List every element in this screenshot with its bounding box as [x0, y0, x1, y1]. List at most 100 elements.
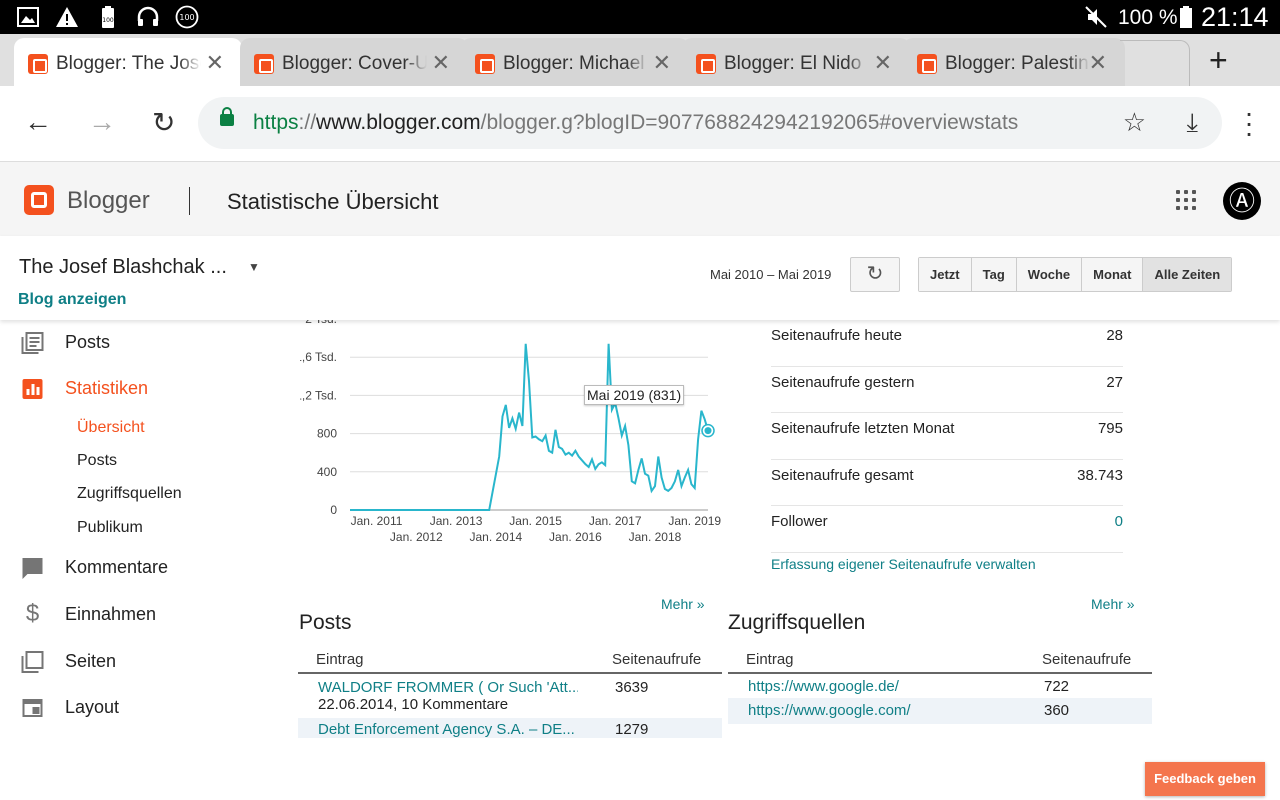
- address-bar[interactable]: https://www.blogger.com/blogger.g?blogID…: [198, 97, 1222, 149]
- blog-selector[interactable]: The Josef Blashchak ...: [19, 256, 227, 279]
- source-views: 722: [1044, 678, 1070, 695]
- status-bar: 100 100 100 % 21:14: [0, 0, 1280, 34]
- caret-down-icon[interactable]: ▼: [248, 260, 260, 274]
- sidebar-item-einnahmen[interactable]: $ Einnahmen: [0, 600, 270, 630]
- post-link[interactable]: WALDORF FROMMER ( Or Such 'Att...: [318, 679, 578, 696]
- table-row[interactable]: WALDORF FROMMER ( Or Such 'Att... 22.06.…: [298, 674, 722, 718]
- sidebar-item-layout[interactable]: Layout: [0, 693, 270, 723]
- subnav-posts[interactable]: Posts: [77, 452, 117, 470]
- subnav-audience[interactable]: Publikum: [77, 519, 143, 537]
- source-link[interactable]: https://www.google.com/: [748, 702, 911, 719]
- y-tick-label: 0: [330, 503, 337, 517]
- sidebar: Posts Statistiken Übersicht Posts Zugrif…: [0, 320, 280, 740]
- post-link[interactable]: Debt Enforcement Agency S.A. – DE...: [318, 721, 578, 738]
- series-line: [350, 343, 709, 511]
- close-icon[interactable]: ✕: [1089, 50, 1107, 76]
- download-icon[interactable]: ⤓: [1187, 107, 1199, 139]
- stat-value: 27: [1106, 373, 1123, 391]
- close-icon[interactable]: ✕: [653, 50, 671, 76]
- brand-name[interactable]: Blogger: [67, 187, 150, 215]
- tab-title: Blogger: Cover-Up: [282, 53, 427, 74]
- badge-100-icon: 100: [175, 5, 199, 29]
- stat-label: Seitenaufrufe letzten Monat: [771, 420, 955, 437]
- col-views: Seitenaufrufe: [1042, 651, 1132, 668]
- tab-2[interactable]: Blogger: Cover-Up ✕: [240, 38, 468, 86]
- sidebar-item-seiten[interactable]: Seiten: [0, 647, 270, 677]
- range-now-button[interactable]: Jetzt: [919, 258, 972, 291]
- sources-table: Eintrag Seitenaufrufe https://www.google…: [728, 648, 1152, 738]
- bookmark-star-icon[interactable]: ☆: [1123, 107, 1146, 138]
- tab-title: Blogger: El Nido: [724, 53, 862, 74]
- sidebar-item-label: Statistiken: [65, 378, 149, 398]
- col-entry: Eintrag: [746, 651, 794, 668]
- stat-row-followers: Follower 0: [771, 506, 1123, 553]
- stat-row-today: Seitenaufrufe heute 28: [771, 320, 1123, 367]
- subnav-sources[interactable]: Zugriffsquellen: [77, 485, 182, 503]
- chart-tooltip: Mai 2019 (831): [584, 385, 685, 405]
- table-row[interactable]: Debt Enforcement Agency S.A. – DE... 127…: [298, 718, 722, 738]
- range-day-button[interactable]: Tag: [971, 258, 1017, 291]
- apps-grid-icon[interactable]: [1176, 190, 1196, 210]
- tab-3[interactable]: Blogger: Michael ✕: [461, 38, 689, 86]
- range-alltime-button[interactable]: Alle Zeiten: [1143, 258, 1232, 291]
- sidebar-item-statistiken[interactable]: Statistiken: [0, 374, 270, 404]
- sidebar-item-kommentare[interactable]: Kommentare: [0, 553, 270, 583]
- post-views: 3639: [615, 679, 649, 696]
- range-week-button[interactable]: Woche: [1016, 258, 1083, 291]
- blogger-favicon: [475, 54, 495, 74]
- subnav-overview[interactable]: Übersicht: [77, 419, 145, 437]
- sidebar-item-label: Posts: [65, 332, 111, 352]
- date-range-label: Mai 2010 – Mai 2019: [710, 267, 832, 282]
- view-blog-link[interactable]: Blog anzeigen: [18, 291, 126, 309]
- blogger-logo[interactable]: [24, 185, 54, 215]
- blogger-favicon: [254, 54, 274, 74]
- new-tab-icon[interactable]: +: [1209, 42, 1228, 79]
- avatar[interactable]: Ⓐ: [1223, 182, 1261, 220]
- tab-1[interactable]: Blogger: The Josef Blashchak ✕: [14, 38, 242, 86]
- forward-icon[interactable]: →: [88, 106, 116, 138]
- followers-link[interactable]: 0: [1115, 513, 1123, 530]
- range-month-button[interactable]: Monat: [1082, 258, 1144, 291]
- manage-pageviews-link[interactable]: Erfassung eigener Seitenaufrufe verwalte…: [771, 556, 1036, 572]
- pageviews-chart[interactable]: 04008001,2 Tsd.1,6 Tsd.2 Tsd.Jan. 2011Ja…: [300, 300, 730, 560]
- x-tick-label: Jan. 2018: [629, 530, 682, 544]
- source-link[interactable]: https://www.google.de/: [748, 678, 899, 695]
- url-text[interactable]: https://www.blogger.com/blogger.g?blogID…: [253, 111, 1018, 135]
- stat-label: Seitenaufrufe gestern: [771, 373, 915, 391]
- refresh-button[interactable]: ↻: [850, 257, 900, 292]
- more-menu-icon[interactable]: · · ·: [1244, 99, 1254, 147]
- x-tick-label: Jan. 2019: [668, 514, 721, 528]
- tab-stack: [1120, 40, 1190, 86]
- mute-icon: [1085, 6, 1107, 28]
- tab-strip: Blogger: The Josef Blashchak ✕ Blogger: …: [0, 34, 1280, 86]
- posts-more-link[interactable]: Mehr »: [661, 596, 705, 612]
- tab-5[interactable]: Blogger: Palestine ✕: [903, 38, 1125, 86]
- range-button-group: Jetzt Tag Woche Monat Alle Zeiten: [918, 257, 1233, 292]
- stats-icon: [22, 379, 43, 399]
- table-row[interactable]: https://www.google.de/ 722: [728, 674, 1152, 698]
- sources-more-link[interactable]: Mehr »: [1091, 596, 1135, 612]
- battery-level: 100 %: [1118, 6, 1178, 29]
- stat-value: 795: [1097, 420, 1123, 437]
- feedback-button[interactable]: Feedback geben: [1145, 762, 1265, 796]
- col-views: Seitenaufrufe: [612, 651, 702, 668]
- posts-icon: [21, 332, 44, 354]
- tab-title: Blogger: Michael: [503, 53, 645, 74]
- blogger-header: Blogger Statistische Übersicht Ⓐ: [0, 162, 1280, 236]
- table-header: Eintrag Seitenaufrufe: [298, 648, 722, 674]
- sidebar-item-label: Einnahmen: [65, 604, 157, 624]
- back-icon[interactable]: ←: [24, 106, 52, 138]
- reload-icon[interactable]: ↻: [152, 106, 175, 139]
- lock-icon: [220, 107, 234, 126]
- close-icon[interactable]: ✕: [874, 50, 892, 76]
- posts-table: Eintrag Seitenaufrufe WALDORF FROMMER ( …: [298, 648, 722, 738]
- tab-4[interactable]: Blogger: El Nido ✕: [682, 38, 910, 86]
- close-icon[interactable]: ✕: [432, 50, 450, 76]
- sidebar-item-posts[interactable]: Posts: [0, 328, 270, 358]
- col-entry: Eintrag: [316, 651, 364, 668]
- image-icon: [17, 7, 39, 27]
- table-row[interactable]: https://www.google.com/ 360: [728, 698, 1152, 724]
- close-icon[interactable]: ✕: [206, 50, 224, 76]
- stat-row-total: Seitenaufrufe gesamt 38.743: [771, 460, 1123, 506]
- y-tick-label: 800: [317, 427, 337, 441]
